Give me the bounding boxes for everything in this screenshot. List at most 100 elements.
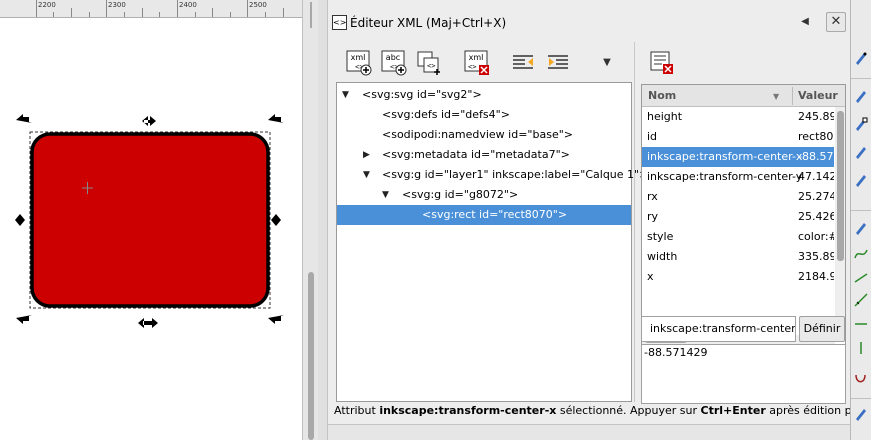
- attribute-name: inkscape:transform-center-x: [647, 150, 803, 163]
- column-header-value[interactable]: Valeur: [792, 85, 838, 107]
- new-element-node-icon: xml<>: [346, 50, 372, 76]
- collapse-arrow-icon[interactable]: ▼: [342, 85, 349, 105]
- scrollbar-thumb[interactable]: [308, 272, 314, 440]
- attribute-name-input[interactable]: inkscape:transform-center-x: [641, 316, 796, 342]
- ruler-label: 2400: [179, 1, 197, 9]
- inkscape-window: 2200 2300 2400 2500 <> Éditeur XML (Maj+…: [0, 0, 871, 440]
- attribute-row[interactable]: ry 25.4262: [642, 207, 834, 227]
- svg-text:xml: xml: [351, 53, 366, 62]
- duplicate-node-button[interactable]: <>: [416, 50, 442, 76]
- tree-node-label: <svg:rect id="rect8070">: [422, 208, 568, 221]
- attributes-pane: Nom ▼ Valeur height 245.892 id rect807 ink…: [634, 42, 850, 404]
- delete-attribute-icon: [650, 51, 673, 74]
- attribute-value: -88.571: [798, 150, 834, 163]
- tree-node-label: <svg:svg id="svg2">: [362, 88, 482, 101]
- connector-tool-icon[interactable]: [853, 270, 869, 286]
- drawing-canvas[interactable]: 2200 2300 2400 2500: [0, 0, 302, 440]
- tree-node-rect8070[interactable]: <svg:rect id="rect8070">: [337, 205, 631, 225]
- close-panel-button[interactable]: ✕: [826, 12, 846, 32]
- new-text-node-button[interactable]: abc <>: [381, 50, 407, 76]
- indent-node-button[interactable]: [546, 50, 572, 76]
- attribute-row[interactable]: width 335.892: [642, 247, 834, 267]
- stroke-tool-icon[interactable]: [853, 372, 869, 388]
- dropper-tool-icon[interactable]: [853, 340, 869, 356]
- status-shortcut: Ctrl+Enter: [700, 404, 766, 417]
- panel-bottom-bar: [328, 424, 850, 440]
- attribute-row[interactable]: inkscape:transform-center-y47.1428: [642, 167, 834, 187]
- expand-arrow-icon[interactable]: ▶: [363, 145, 370, 165]
- collapse-arrow-icon[interactable]: ▼: [363, 165, 370, 185]
- new-text-node-icon: abc<>: [381, 50, 407, 76]
- tree-node-layer1[interactable]: ▼ <svg:g id="layer1" inkscape:label="Cal…: [337, 165, 648, 185]
- tweak-tool-icon[interactable]: [853, 144, 869, 160]
- attribute-name: x: [647, 270, 654, 283]
- pen-tool-icon[interactable]: [853, 50, 869, 66]
- xml-toolbar: xml <> abc <> <> xml <> ▼: [336, 42, 636, 82]
- svg-text:abc: abc: [386, 53, 400, 62]
- attributes-vertical-scrollbar[interactable]: [835, 107, 845, 335]
- status-message: Attribut inkscape:transform-center-x sél…: [334, 402, 850, 420]
- tree-node-label: <svg:g id="layer1" inkscape:label="Calqu…: [382, 168, 649, 181]
- tree-node-label: <svg:metadata id="metadata7">: [382, 148, 570, 161]
- canvas-drawing: [15, 114, 284, 328]
- attribute-row[interactable]: rx 25.2749: [642, 187, 834, 207]
- table-header: Nom ▼ Valeur: [642, 85, 845, 107]
- align-tool-icon[interactable]: [853, 88, 869, 104]
- bezier-tool-icon[interactable]: [853, 292, 869, 308]
- tree-node-svg[interactable]: ▼ <svg:svg id="svg2">: [337, 85, 631, 105]
- set-attribute-button[interactable]: Définir: [799, 316, 845, 342]
- attribute-value: 335.892: [798, 250, 834, 263]
- spray-tool-icon[interactable]: [853, 172, 869, 188]
- tree-node-g8072[interactable]: ▼ <svg:g id="g8072">: [337, 185, 631, 205]
- status-middle: sélectionné. Appuyer sur: [556, 404, 701, 417]
- attribute-value: rect807: [798, 130, 834, 143]
- attribute-value: 245.892: [798, 110, 834, 123]
- attribute-row-selected[interactable]: inkscape:transform-center-x-88.571: [642, 147, 834, 167]
- attribute-name: width: [647, 250, 678, 263]
- attribute-name: inkscape:transform-center-y: [647, 170, 803, 183]
- new-element-node-button[interactable]: xml <>: [346, 50, 372, 76]
- new-attribute-button[interactable]: [649, 50, 675, 76]
- node-tool-icon[interactable]: [853, 116, 869, 132]
- bezier-pen-icon[interactable]: [853, 406, 869, 422]
- delete-node-button[interactable]: xml <>: [464, 50, 490, 76]
- tree-node-metadata[interactable]: ▶ <svg:metadata id="metadata7">: [337, 145, 631, 165]
- unindent-node-button[interactable]: [511, 50, 537, 76]
- collapse-panel-icon[interactable]: ◀: [798, 15, 812, 29]
- svg-text:<>: <>: [427, 62, 435, 70]
- ruler-label: 2500: [249, 1, 267, 9]
- attribute-row[interactable]: id rect807: [642, 127, 834, 147]
- status-prefix: Attribut: [334, 404, 380, 417]
- tree-node-defs[interactable]: <svg:defs id="defs4">: [337, 105, 631, 125]
- curve-tool-icon[interactable]: [853, 246, 869, 262]
- xml-editor-icon: <>: [332, 15, 347, 30]
- status-suffix: après édition pour valider.: [769, 404, 850, 417]
- tree-node-namedview[interactable]: <sodipodi:namedview id="base">: [337, 125, 631, 145]
- attribute-row[interactable]: x 2184.97: [642, 267, 834, 287]
- horizontal-ruler[interactable]: 2200 2300 2400 2500: [0, 0, 302, 18]
- column-header-name[interactable]: Nom: [642, 85, 676, 107]
- attributes-table[interactable]: Nom ▼ Valeur height 245.892 id rect807 ink…: [641, 84, 846, 346]
- more-options-arrow-icon[interactable]: ▼: [594, 50, 620, 76]
- delete-node-icon: xml<>: [464, 50, 489, 75]
- svg-text:<>: <>: [468, 63, 476, 71]
- ruler-label: 2200: [38, 1, 56, 9]
- attribute-row[interactable]: style color:#: [642, 227, 834, 247]
- attribute-value: 25.4262: [798, 210, 834, 223]
- xml-editor-panel: <> Éditeur XML (Maj+Ctrl+X) ◀ ✕ xml <> ab…: [328, 0, 850, 440]
- attribute-value: 2184.97: [798, 270, 834, 283]
- attribute-value: 47.1428: [798, 170, 834, 183]
- gradient-tool-icon[interactable]: [853, 316, 869, 332]
- tree-node-label: <svg:g id="g8072">: [402, 188, 519, 201]
- xml-node-tree[interactable]: ▼ <svg:svg id="svg2"> <svg:defs id="defs…: [336, 82, 648, 402]
- pencil-tool-icon[interactable]: [853, 220, 869, 236]
- attribute-row[interactable]: height 245.892: [642, 107, 834, 127]
- attribute-value-textarea[interactable]: -88.571429: [641, 344, 846, 404]
- dock-handle[interactable]: [318, 0, 328, 440]
- panel-title: Éditeur XML (Maj+Ctrl+X): [350, 16, 507, 30]
- unindent-icon: [513, 55, 533, 69]
- collapse-arrow-icon[interactable]: ▼: [382, 185, 389, 205]
- sort-arrow-icon[interactable]: ▼: [773, 92, 779, 101]
- canvas-vertical-scrollbar[interactable]: [302, 0, 318, 440]
- tree-node-label: <svg:defs id="defs4">: [382, 108, 510, 121]
